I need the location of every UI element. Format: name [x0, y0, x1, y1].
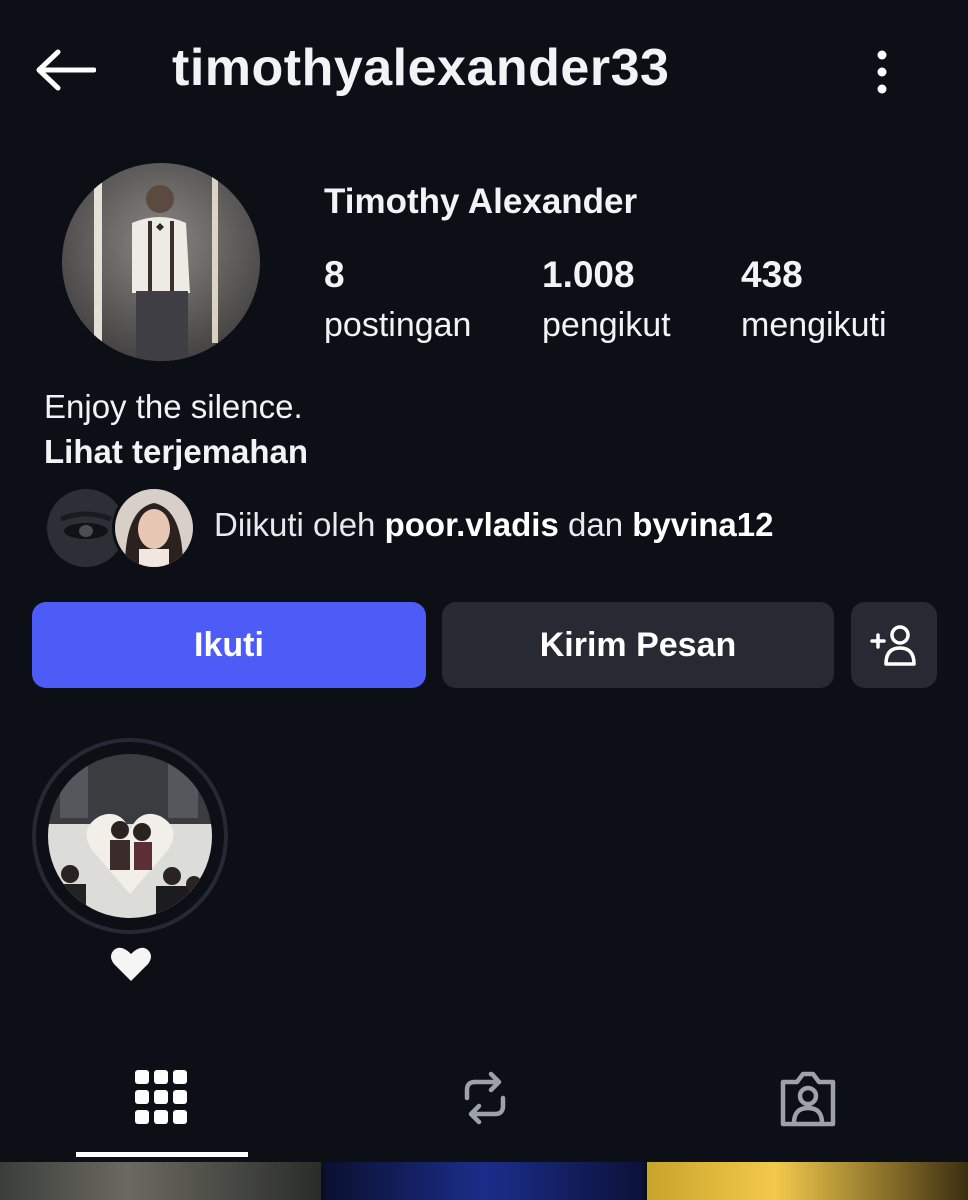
followed-by-prefix: Diikuti oleh — [214, 506, 376, 543]
tagged-person-icon — [780, 1071, 836, 1127]
top-bar: timothyalexander33 — [0, 20, 968, 120]
profile-bio: Enjoy the silence. — [44, 388, 303, 425]
profile-username: timothyalexander33 — [172, 39, 670, 97]
display-name: Timothy Alexander — [324, 182, 638, 221]
more-vertical-icon — [877, 50, 887, 94]
post-thumbnail[interactable] — [0, 1162, 321, 1200]
profile-avatar[interactable] — [62, 163, 260, 361]
follower-avatar — [112, 486, 196, 570]
profile-page: timothyalexander33 Timothy Alexander 8 p… — [0, 0, 968, 1200]
followers-count[interactable]: 1.008 pengikut — [542, 254, 671, 345]
posts-count-value: 8 — [324, 254, 345, 295]
followers-count-label: pengikut — [542, 306, 671, 344]
following-count-value: 438 — [741, 254, 803, 295]
arrow-left-icon — [36, 49, 96, 91]
send-message-button[interactable]: Kirim Pesan — [442, 602, 834, 688]
story-highlight-cover — [48, 754, 212, 918]
mutual-follower-1[interactable]: poor.vladis — [385, 506, 559, 543]
following-count[interactable]: 438 mengikuti — [741, 254, 887, 345]
follow-button[interactable]: Ikuti — [32, 602, 426, 688]
see-translation-link[interactable]: Lihat terjemahan — [44, 433, 308, 471]
followed-by-conjunction: dan — [567, 506, 624, 543]
tab-reposts[interactable] — [445, 1058, 525, 1138]
posts-count-label: postingan — [324, 306, 472, 344]
reels-repost-icon — [464, 1071, 506, 1125]
suggested-accounts-button[interactable] — [851, 602, 937, 688]
following-count-label: mengikuti — [741, 306, 887, 344]
selected-tab-indicator — [76, 1152, 248, 1157]
tab-tagged[interactable] — [768, 1058, 848, 1138]
post-thumbnail[interactable] — [647, 1162, 968, 1200]
mutual-follower-2[interactable]: byvina12 — [632, 506, 773, 543]
back-button[interactable] — [30, 42, 100, 98]
story-highlight-label — [109, 944, 153, 984]
post-thumbnail[interactable] — [323, 1162, 645, 1200]
followed-by-row[interactable]: Diikuti oleh poor.vladis dan byvina12 — [44, 486, 924, 570]
tab-posts-grid[interactable] — [121, 1058, 201, 1138]
followed-by-text: Diikuti oleh poor.vladis dan byvina12 — [214, 506, 773, 544]
grid-icon — [135, 1070, 187, 1124]
heart-icon — [111, 947, 151, 981]
followers-count-value: 1.008 — [542, 254, 635, 295]
add-person-icon — [870, 625, 916, 666]
posts-grid-preview — [0, 1162, 968, 1200]
posts-count[interactable]: 8 postingan — [324, 254, 471, 345]
more-options-button[interactable] — [862, 44, 902, 100]
